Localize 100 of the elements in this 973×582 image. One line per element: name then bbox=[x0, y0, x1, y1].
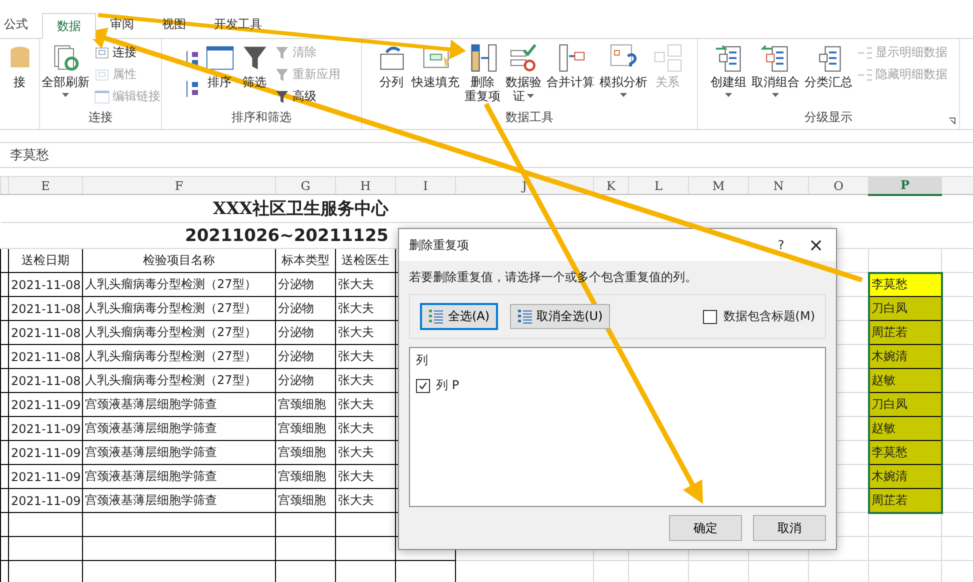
table-cell: 宫颈液基薄层细胞学筛查 bbox=[82, 440, 276, 464]
table-header-cell: 标本类型 bbox=[276, 248, 336, 272]
table-cell: 张大夫 bbox=[336, 416, 396, 440]
ribbon-button[interactable]: 全部刷新 bbox=[40, 41, 90, 109]
column-header[interactable]: F bbox=[82, 176, 276, 194]
table-cell: 2021-11-09 bbox=[8, 392, 82, 416]
ribbon-button[interactable]: 模拟分析 bbox=[598, 41, 648, 109]
column-header[interactable]: E bbox=[8, 176, 82, 194]
caret-icon bbox=[527, 94, 534, 98]
table-cell: 2021-11-08 bbox=[8, 368, 82, 392]
ribbon-button[interactable]: 删除 重复项 bbox=[464, 41, 502, 109]
table-header-cell: 检验项目名称 bbox=[82, 248, 276, 272]
table-cell: 宫颈细胞 bbox=[276, 488, 336, 512]
table-cell: 赵敏 bbox=[868, 416, 942, 440]
table-cell: 张大夫 bbox=[336, 488, 396, 512]
table-cell: 分泌物 bbox=[276, 296, 336, 320]
table-cell: 人乳头瘤病毒分型检测（27型） bbox=[82, 320, 276, 344]
table-cell: 李莫愁 bbox=[868, 440, 942, 464]
table-cell: 人乳头瘤病毒分型检测（27型） bbox=[82, 296, 276, 320]
caret-icon bbox=[725, 93, 732, 97]
ribbon-button[interactable]: 分类汇总 bbox=[804, 41, 854, 109]
clear-filter-icon bbox=[274, 44, 290, 60]
table-cell: 张大夫 bbox=[336, 440, 396, 464]
checkbox[interactable] bbox=[703, 310, 718, 324]
ribbon-button[interactable]: 接 bbox=[4, 41, 36, 129]
reapply-icon bbox=[274, 66, 290, 82]
dialog-button[interactable]: 取消 bbox=[753, 515, 826, 541]
table-cell: 张大夫 bbox=[336, 272, 396, 296]
formula-bar-value[interactable]: 李莫愁 bbox=[10, 146, 49, 164]
help-button[interactable]: ? bbox=[766, 238, 796, 252]
ungroup-icon bbox=[760, 43, 790, 73]
table-cell: 张大夫 bbox=[336, 320, 396, 344]
ribbon-button[interactable]: 排序 bbox=[204, 41, 236, 109]
table-header-cell: 送检医生 bbox=[336, 248, 396, 272]
table-cell: 2021-11-09 bbox=[8, 440, 82, 464]
table-cell: 分泌物 bbox=[276, 344, 336, 368]
ribbon-button[interactable]: 取消组合 bbox=[750, 41, 800, 109]
dialog-title: 删除重复项 bbox=[409, 236, 470, 254]
caret-icon bbox=[772, 93, 779, 97]
caret-icon bbox=[62, 93, 69, 97]
sort-icon bbox=[94, 88, 110, 104]
date-range: 20211026~20211125 bbox=[184, 226, 388, 246]
table-cell: 人乳头瘤病毒分型检测（27型） bbox=[82, 344, 276, 368]
ribbon-button[interactable]: 数据验 证 bbox=[504, 41, 542, 109]
caret-icon bbox=[620, 93, 627, 97]
column-option[interactable]: 列 P bbox=[436, 377, 460, 394]
table-cell: 宫颈液基薄层细胞学筛查 bbox=[82, 488, 276, 512]
checkbox[interactable] bbox=[416, 378, 430, 392]
table-cell: 人乳头瘤病毒分型检测（27型） bbox=[82, 368, 276, 392]
table-cell: 赵敏 bbox=[868, 368, 942, 392]
list-header: 列 bbox=[416, 352, 429, 369]
table-cell: 张大夫 bbox=[336, 464, 396, 488]
table-cell: 刀白凤 bbox=[868, 296, 942, 320]
column-header[interactable]: O bbox=[808, 176, 868, 194]
table-cell: 李莫愁 bbox=[868, 272, 942, 296]
column-header[interactable]: L bbox=[628, 176, 688, 194]
checkbox-label[interactable]: 数据包含标题(M) bbox=[723, 308, 815, 325]
advanced-filter-icon bbox=[274, 88, 290, 104]
validation-icon bbox=[508, 43, 538, 73]
table-cell: 宫颈细胞 bbox=[276, 392, 336, 416]
table-cell: 2021-11-09 bbox=[8, 488, 82, 512]
select-button[interactable]: 取消全选(U) bbox=[510, 304, 610, 329]
column-header[interactable]: M bbox=[688, 176, 748, 194]
list-icon bbox=[516, 308, 533, 324]
dialog-launcher-icon[interactable] bbox=[948, 117, 956, 125]
sheet-title: XXX社区卫生服务中心 bbox=[212, 199, 388, 219]
show-detail-icon bbox=[856, 44, 872, 60]
table-cell: 宫颈液基薄层细胞学筛查 bbox=[82, 392, 276, 416]
table-cell: 宫颈细胞 bbox=[276, 464, 336, 488]
close-button[interactable]: × bbox=[796, 234, 836, 256]
ribbon-tab[interactable]: 数据 bbox=[42, 13, 96, 39]
group-label: 连接 bbox=[88, 109, 112, 126]
ribbon-button[interactable]: 分列 bbox=[376, 41, 408, 109]
ribbon-button[interactable]: 合并计算 bbox=[546, 41, 596, 109]
table-cell: 刀白凤 bbox=[868, 392, 942, 416]
table-cell: 2021-11-09 bbox=[8, 416, 82, 440]
group-label: 排序和筛选 bbox=[232, 109, 292, 126]
column-header[interactable]: H bbox=[336, 176, 396, 194]
ribbon-button[interactable]: 创建组 bbox=[710, 41, 748, 109]
connection-icon bbox=[94, 44, 110, 60]
hide-detail-icon bbox=[856, 66, 872, 82]
ribbon-tab[interactable]: 公式 bbox=[0, 12, 42, 38]
ribbon-tab[interactable]: 审阅 bbox=[96, 12, 148, 38]
table-cell: 人乳头瘤病毒分型检测（27型） bbox=[82, 272, 276, 296]
column-header[interactable]: G bbox=[276, 176, 336, 194]
table-cell: 木婉清 bbox=[868, 344, 942, 368]
table-cell: 分泌物 bbox=[276, 320, 336, 344]
table-cell: 周芷若 bbox=[868, 320, 942, 344]
table-cell: 2021-11-08 bbox=[8, 272, 82, 296]
column-header[interactable]: K bbox=[594, 176, 628, 194]
ribbon-small-button[interactable]: 连接 bbox=[94, 43, 160, 62]
table-cell: 木婉清 bbox=[868, 464, 942, 488]
table-cell: 宫颈细胞 bbox=[276, 440, 336, 464]
dialog-button[interactable]: 确定 bbox=[669, 515, 742, 541]
column-header[interactable]: I bbox=[396, 176, 456, 194]
column-header[interactable]: N bbox=[748, 176, 808, 194]
table-cell: 张大夫 bbox=[336, 296, 396, 320]
select-button[interactable]: 全选(A) bbox=[420, 303, 498, 330]
table-header-cell: 送检日期 bbox=[8, 248, 82, 272]
column-header[interactable]: P bbox=[868, 176, 942, 194]
